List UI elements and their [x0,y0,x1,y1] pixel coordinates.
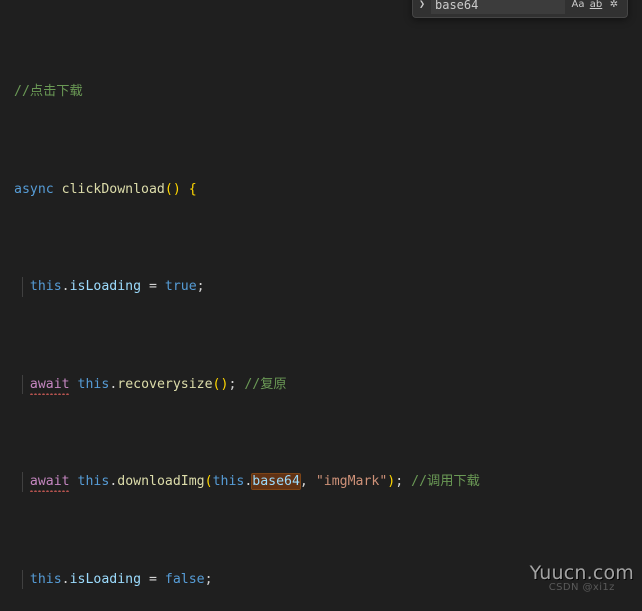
code-editor[interactable]: ❯ base64 Aa ab ✲ //点击下载 async clickDownl… [0,0,642,611]
code-line: this.isLoading = false; [0,569,642,589]
indent-guide [22,569,23,589]
keyword-await: await [29,376,70,392]
match-case-label: Aa [571,0,585,10]
code-line: this.isLoading = true; [0,277,642,297]
find-widget[interactable]: ❯ base64 Aa ab ✲ [412,0,628,18]
keyword-await: await [29,474,70,489]
comment-token: //点击下载 [14,84,83,99]
keyword-async: async [14,181,54,197]
use-regex-label: ✲ [609,0,619,10]
find-input[interactable]: base64 [431,0,565,14]
dot: . [61,571,70,587]
this-keyword: this [77,474,110,489]
method-call: recoverysize [117,376,213,392]
match-whole-word-icon[interactable]: ab [587,0,605,13]
semicolon: ; [204,571,213,587]
use-regex-icon[interactable]: ✲ [605,0,623,13]
find-input-value: base64 [435,0,479,12]
boolean-false: false [164,571,205,587]
method-call: downloadImg [117,474,205,489]
this-keyword: this [77,376,110,392]
code-line: await this.recoverysize(); //复原 [0,374,642,394]
paren: ( [204,474,213,489]
property: isLoading [69,279,142,294]
this-keyword: this [212,474,245,489]
indent-guide [22,277,23,297]
paren: () [212,376,229,392]
match-case-icon[interactable]: Aa [569,0,587,13]
find-match: base64 [251,473,301,490]
this-keyword: this [29,279,62,294]
code-line: await this.downloadImg(this.base64, "img… [0,472,642,492]
semicolon: ; [228,376,245,392]
comma: , [299,474,316,489]
code-content[interactable]: //点击下载 async clickDownload() { this.isLo… [0,0,642,611]
comment-token: //复原 [244,376,287,392]
indent-guide [22,374,23,394]
assign: = [141,571,165,587]
code-line: //点击下载 [0,82,642,102]
paren: () [164,181,181,197]
assign: = [141,279,165,294]
chevron-right-icon[interactable]: ❯ [415,0,429,13]
match-whole-word-label: ab [589,0,603,10]
code-line: async clickDownload() { [0,180,642,200]
function-name: clickDownload [61,181,165,197]
semicolon: ; [395,474,412,489]
brace: { [188,181,197,197]
semicolon: ; [196,279,205,294]
string-literal: "imgMark" [315,474,388,489]
indent-guide [22,472,23,492]
comment-token: //调用下载 [411,474,480,489]
this-keyword: this [29,571,62,587]
property: isLoading [69,571,142,587]
boolean-true: true [164,279,197,294]
dot: . [61,279,70,294]
